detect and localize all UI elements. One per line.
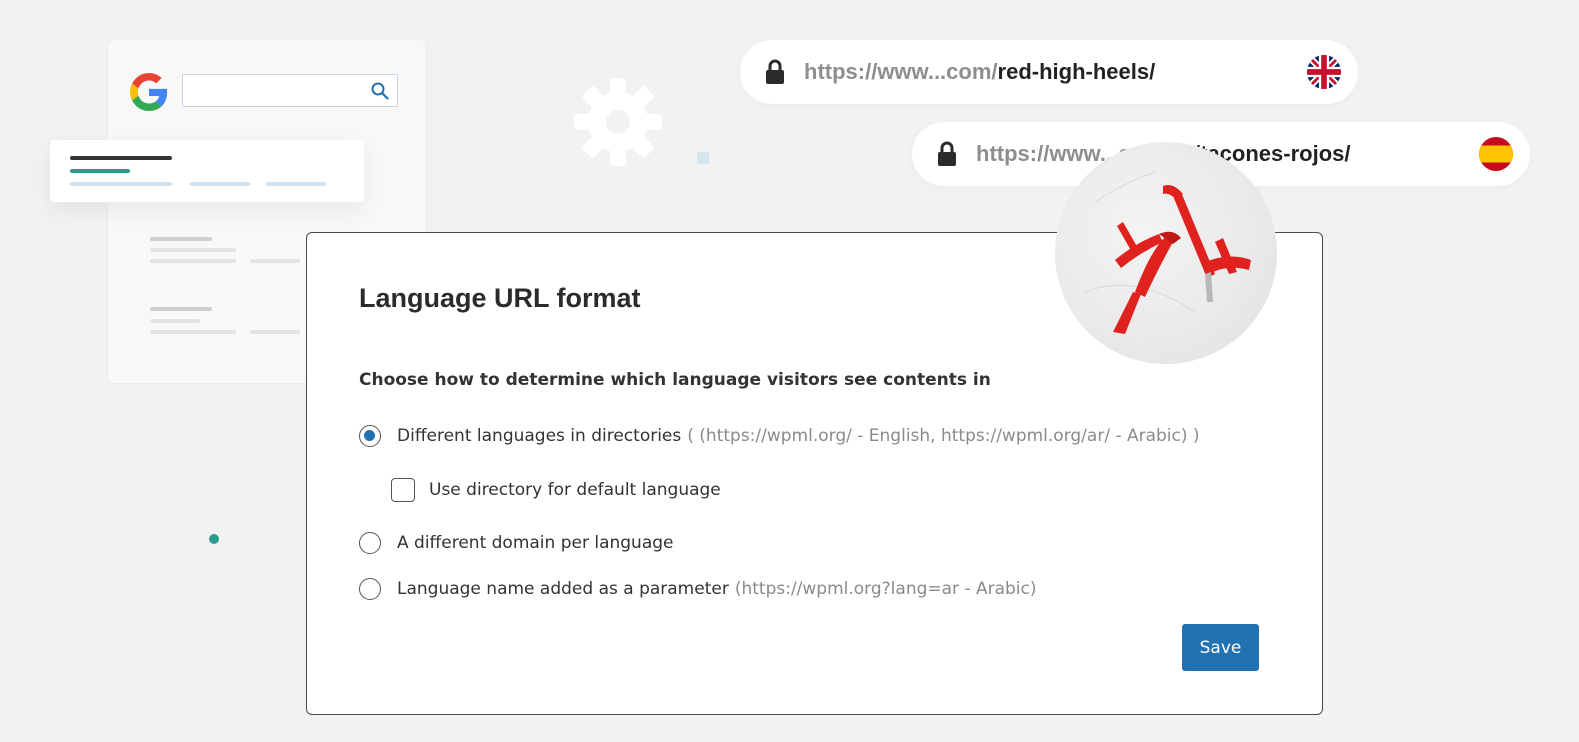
- result-line: [266, 182, 326, 186]
- result-line: [150, 248, 236, 252]
- decorative-square: [697, 152, 709, 164]
- google-g-icon: [130, 73, 168, 111]
- url-bar-english: https://www...com/red-high-heels/: [740, 40, 1358, 104]
- option-hint: ( (https://wpml.org/ - English, https://…: [687, 426, 1200, 446]
- result-line: [190, 182, 250, 186]
- search-icon: [371, 82, 389, 100]
- url-domain: https://www...com/: [804, 59, 998, 84]
- panel-title: Language URL format: [359, 283, 641, 313]
- option-label: Use directory for default language: [429, 480, 721, 500]
- spain-flag-icon: [1479, 137, 1513, 171]
- radio-button[interactable]: [359, 532, 381, 554]
- red-heels-image: [1055, 142, 1277, 364]
- search-input[interactable]: [182, 74, 398, 107]
- option-domain-per-language[interactable]: A different domain per language: [359, 532, 674, 554]
- lock-icon: [766, 59, 784, 84]
- radio-button[interactable]: [359, 578, 381, 600]
- decorative-dot: [209, 534, 219, 544]
- gear-icon: [574, 78, 662, 166]
- url-text: https://www...com/red-high-heels/: [804, 59, 1155, 85]
- option-label: Different languages in directories: [397, 426, 682, 446]
- result-line: [250, 259, 300, 263]
- option-default-directory[interactable]: Use directory for default language: [391, 478, 721, 502]
- highlighted-search-result: [50, 140, 364, 202]
- option-parameter[interactable]: Language name added as a parameter (http…: [359, 578, 1037, 600]
- url-path: red-high-heels/: [997, 59, 1156, 84]
- result-url-line: [70, 169, 130, 173]
- option-label: Language name added as a parameter: [397, 579, 729, 599]
- result-line: [150, 237, 212, 241]
- result-title-line: [70, 156, 172, 160]
- option-hint: (https://wpml.org?lang=ar - Arabic): [734, 579, 1037, 599]
- option-label: A different domain per language: [397, 533, 674, 553]
- result-line: [150, 307, 212, 311]
- radio-button[interactable]: [359, 425, 381, 447]
- result-line: [150, 319, 200, 323]
- checkbox[interactable]: [391, 478, 415, 502]
- result-line: [250, 330, 300, 334]
- panel-subtitle: Choose how to determine which language v…: [359, 370, 991, 390]
- result-line: [70, 182, 172, 186]
- result-line: [150, 330, 236, 334]
- option-directories[interactable]: Different languages in directories ( (ht…: [359, 425, 1200, 447]
- result-line: [150, 259, 236, 263]
- save-button[interactable]: Save: [1182, 624, 1259, 671]
- uk-flag-icon: [1307, 55, 1341, 89]
- lock-icon: [938, 141, 956, 166]
